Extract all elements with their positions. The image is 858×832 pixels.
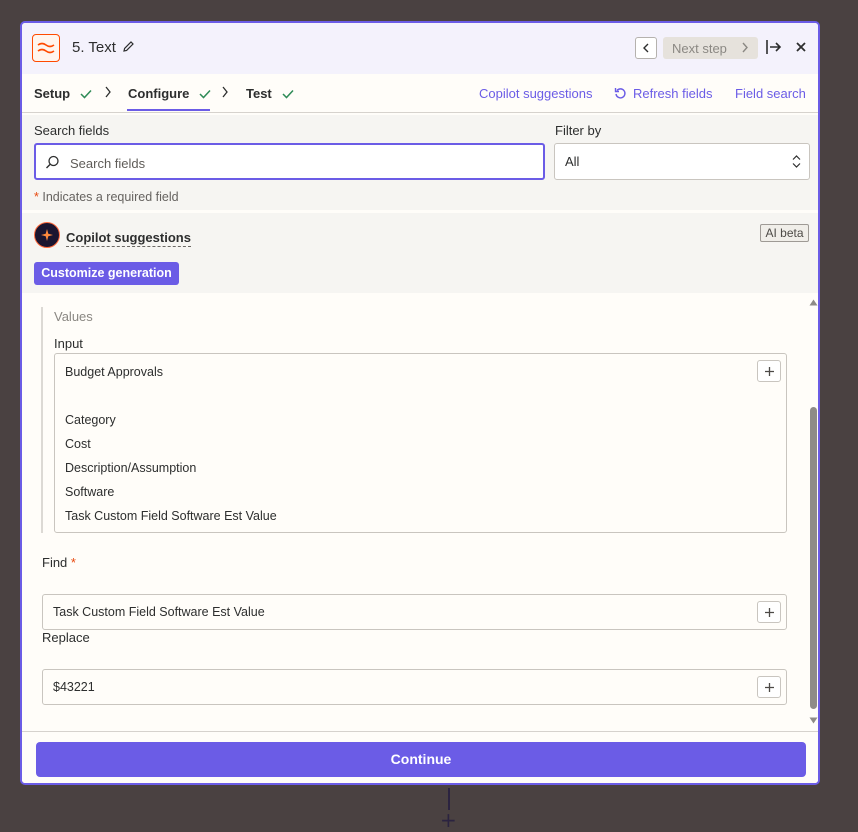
find-label: Find [42,555,68,570]
input-line: Budget Approvals [65,365,163,379]
plus-icon [764,607,774,617]
modal-header: 5. Text Next step [22,23,818,74]
input-line: Category [65,413,116,427]
replace-label: Replace [42,630,90,645]
chevron-right-icon [742,42,748,53]
plus-icon [764,682,774,692]
find-required-star: * [70,555,76,570]
find-field[interactable]: Task Custom Field Software Est Value [42,594,787,630]
chevron-left-icon [643,43,649,53]
background-connector-line [448,788,450,810]
tab-configure[interactable]: Configure [128,86,211,101]
values-group-rule [41,307,43,533]
modal-footer: Continue [22,731,818,783]
required-note-text: Indicates a required field [42,190,179,204]
find-value: Task Custom Field Software Est Value [53,605,265,619]
tab-setup[interactable]: Setup [34,86,92,101]
refresh-fields-label: Refresh fields [633,86,713,101]
input-label: Input [54,336,83,351]
input-line: Cost [65,437,91,451]
scroll-up-arrow-icon[interactable] [809,299,818,306]
required-field-note: * Indicates a required field [34,190,179,204]
required-star: * [34,190,39,204]
next-step-button[interactable]: Next step [663,37,758,59]
step-tabs: Setup Configure Test Copilot suggestions… [22,74,818,113]
scroll-down-arrow-icon[interactable] [809,717,818,724]
filter-by-value: All [565,154,580,169]
background-add-step-icon[interactable]: + [440,810,457,830]
tab-test-label: Test [246,86,272,101]
filter-by-select[interactable]: All [554,143,810,180]
input-field[interactable]: Budget Approvals Category Cost Descripti… [54,353,787,533]
copilot-panel: Copilot suggestions AI beta Customize ge… [22,213,818,293]
refresh-icon [614,88,626,99]
search-fields-label: Search fields [34,123,110,138]
replace-value: $43221 [53,680,95,694]
continue-button[interactable]: Continue [36,742,806,777]
chevron-right-icon [222,86,228,98]
refresh-fields-link[interactable]: Refresh fields [614,86,712,101]
search-icon [46,155,59,169]
scrollbar-thumb[interactable] [810,407,817,709]
values-section-title: Values [54,309,93,324]
copilot-suggestions-label[interactable]: Copilot suggestions [66,230,191,247]
tab-setup-label: Setup [34,86,71,101]
ai-beta-badge: AI beta [760,224,809,242]
input-line: Software [65,485,115,499]
customize-generation-button[interactable]: Customize generation [34,262,179,285]
tab-test[interactable]: Test [246,86,294,101]
next-step-label: Next step [672,40,727,56]
copilot-suggestions-link[interactable]: Copilot suggestions [479,86,592,101]
find-label-row: Find * [42,555,76,570]
fields-scroll-area: Values Input Budget Approvals Category C… [22,295,818,731]
close-icon[interactable] [795,40,807,58]
check-icon [282,89,294,99]
check-icon [199,89,211,99]
active-tab-indicator [127,109,210,111]
plus-icon [764,366,774,376]
search-fields-input[interactable] [68,152,532,174]
field-search-link[interactable]: Field search [735,86,806,101]
step-title: 5. Text [72,39,116,56]
replace-insert-data-button[interactable] [757,676,781,698]
filter-by-label: Filter by [555,123,602,138]
input-line: Description/Assumption [65,461,197,475]
input-insert-data-button[interactable] [757,360,781,382]
check-icon [80,89,92,99]
chevron-right-icon [105,86,111,98]
fields-scrollbar[interactable] [808,299,818,727]
chevron-up-down-icon [792,155,801,168]
replace-field[interactable]: $43221 [42,669,787,705]
find-insert-data-button[interactable] [757,601,781,623]
copilot-sparkle-icon [34,222,60,248]
formatter-app-icon [32,34,60,62]
previous-step-button[interactable] [635,37,657,59]
input-line: Task Custom Field Software Est Value [65,509,277,523]
tab-configure-label: Configure [128,86,190,101]
expand-panel-icon[interactable] [765,39,783,60]
edit-pencil-icon[interactable] [122,40,135,58]
search-fields-box[interactable] [34,143,545,180]
step-editor-modal: 5. Text Next step Setup Configure Test C… [20,21,820,785]
